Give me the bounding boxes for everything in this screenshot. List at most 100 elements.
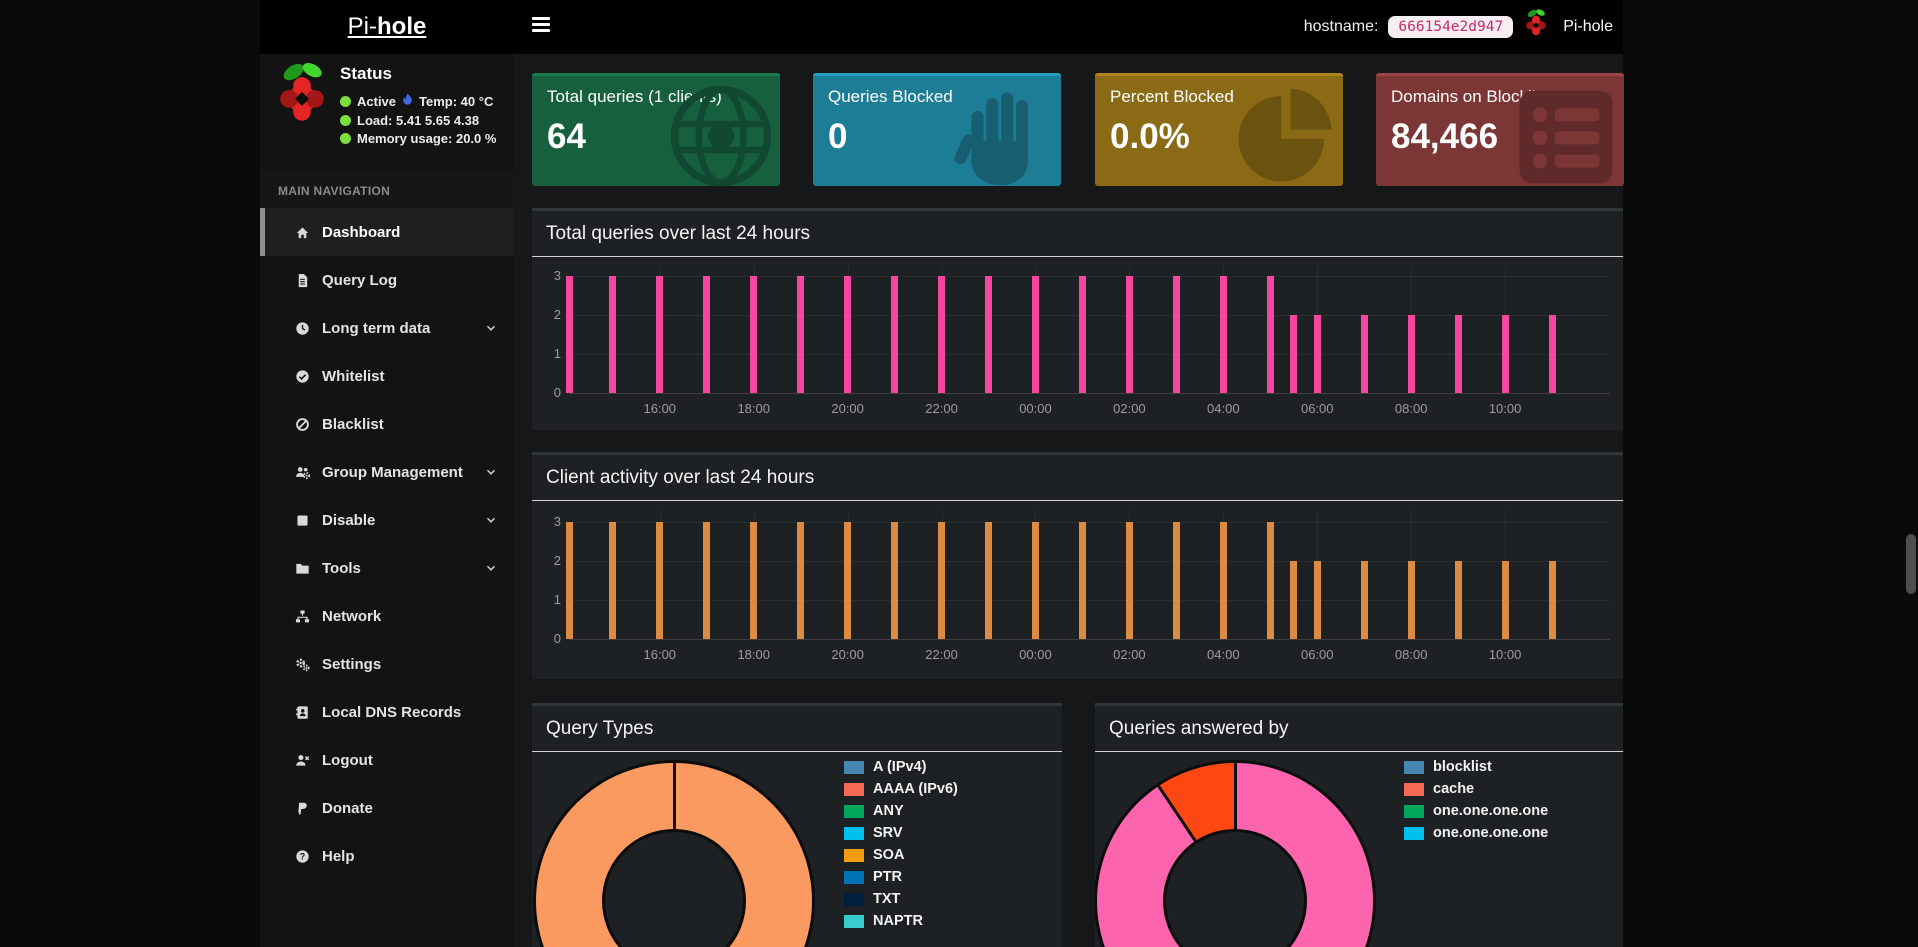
- legend-label: PTR: [873, 869, 902, 885]
- sidebar-item-local-dns-records[interactable]: Local DNS Records: [260, 688, 514, 736]
- bar[interactable]: [891, 522, 898, 639]
- brand-bold: hole: [377, 13, 426, 41]
- y-axis-tick: 0: [533, 631, 561, 646]
- sidebar-item-label: Help: [322, 848, 355, 865]
- panel-header: Query Types: [532, 706, 1062, 752]
- bar[interactable]: [1361, 315, 1368, 393]
- card-top-strip: [1095, 73, 1343, 76]
- sidebar-item-settings[interactable]: Settings: [260, 640, 514, 688]
- sidebar-item-dashboard[interactable]: Dashboard: [260, 208, 514, 256]
- panel-title: Total queries over last 24 hours: [546, 223, 810, 245]
- bar[interactable]: [1455, 315, 1462, 393]
- sidebar-toggle-icon[interactable]: [532, 17, 552, 37]
- bar[interactable]: [609, 522, 616, 639]
- legend-item: NAPTR: [844, 913, 923, 929]
- bar[interactable]: [1032, 522, 1039, 639]
- sidebar-item-help[interactable]: ?Help: [260, 832, 514, 880]
- chevron-down-icon: [484, 561, 498, 579]
- bar[interactable]: [1173, 276, 1180, 393]
- bar[interactable]: [844, 522, 851, 639]
- brand-logo[interactable]: Pi-hole: [260, 0, 514, 54]
- bar[interactable]: [566, 522, 573, 639]
- bar[interactable]: [1126, 522, 1133, 639]
- bar[interactable]: [985, 522, 992, 639]
- gridline: [569, 276, 1610, 277]
- total-queries-chart[interactable]: 012316:0018:0020:0022:0000:0002:0004:000…: [532, 257, 1623, 430]
- bar[interactable]: [1408, 315, 1415, 393]
- sidebar-item-label: Tools: [322, 560, 361, 577]
- answered-by-donut-chart[interactable]: blocklistcacheone.one.one.oneone.one.one…: [1095, 752, 1623, 947]
- card-label: Percent Blocked: [1110, 87, 1234, 107]
- bar[interactable]: [1549, 561, 1556, 639]
- legend-chip-icon: [1404, 805, 1424, 818]
- home-icon: [295, 225, 310, 240]
- bar[interactable]: [1455, 561, 1462, 639]
- status-title: Status: [340, 64, 496, 84]
- bar[interactable]: [1314, 315, 1321, 393]
- bar[interactable]: [750, 522, 757, 639]
- bar[interactable]: [1502, 561, 1509, 639]
- bar[interactable]: [844, 276, 851, 393]
- donut-chart[interactable]: [1097, 763, 1373, 947]
- bar[interactable]: [609, 276, 616, 393]
- bar[interactable]: [1267, 522, 1274, 639]
- bar[interactable]: [1173, 522, 1180, 639]
- y-axis-tick: 1: [533, 592, 561, 607]
- x-axis-tick: 18:00: [726, 647, 782, 662]
- sidebar-item-tools[interactable]: Tools: [260, 544, 514, 592]
- bar[interactable]: [1290, 315, 1297, 393]
- content-area: Total queries (1 clients)64Queries Block…: [514, 54, 1623, 947]
- sidebar-item-long-term-data[interactable]: Long term data: [260, 304, 514, 352]
- sidebar-item-group-management[interactable]: Group Management: [260, 448, 514, 496]
- bar[interactable]: [797, 522, 804, 639]
- bar[interactable]: [1079, 276, 1086, 393]
- bar[interactable]: [797, 276, 804, 393]
- panel-client-activity: Client activity over last 24 hours 01231…: [532, 452, 1623, 679]
- card-value: 0.0%: [1110, 117, 1190, 157]
- client-activity-chart[interactable]: 012316:0018:0020:0022:0000:0002:0004:000…: [532, 501, 1623, 679]
- folder-icon: [295, 561, 310, 576]
- query-types-donut-chart[interactable]: A (IPv4)AAAA (IPv6)ANYSRVSOAPTRTXTNAPTR: [532, 752, 1062, 947]
- legend-item: A (IPv4): [844, 759, 926, 775]
- sidebar-section-label: MAIN NAVIGATION: [260, 170, 514, 208]
- legend-label: cache: [1433, 781, 1474, 797]
- bar[interactable]: [566, 276, 573, 393]
- ban-icon: [295, 417, 310, 432]
- bar[interactable]: [938, 276, 945, 393]
- card-top-strip: [1376, 73, 1624, 76]
- legend-label: TXT: [873, 891, 900, 907]
- bar[interactable]: [1314, 561, 1321, 639]
- legend-chip-icon: [1404, 827, 1424, 840]
- sidebar-item-label: Whitelist: [322, 368, 385, 385]
- bar[interactable]: [1290, 561, 1297, 639]
- donut-chart[interactable]: [536, 763, 812, 947]
- sidebar-item-blacklist[interactable]: Blacklist: [260, 400, 514, 448]
- sidebar-item-donate[interactable]: Donate: [260, 784, 514, 832]
- panel-query-types: Query Types A (IPv4)AAAA (IPv6)ANYSRVSOA…: [532, 703, 1062, 947]
- bar[interactable]: [750, 276, 757, 393]
- bar[interactable]: [703, 276, 710, 393]
- sidebar-item-network[interactable]: Network: [260, 592, 514, 640]
- bar[interactable]: [1126, 276, 1133, 393]
- bar[interactable]: [1267, 276, 1274, 393]
- legend-chip-icon: [844, 893, 864, 906]
- bar[interactable]: [985, 276, 992, 393]
- bar[interactable]: [1220, 522, 1227, 639]
- sidebar-item-whitelist[interactable]: Whitelist: [260, 352, 514, 400]
- bar[interactable]: [891, 276, 898, 393]
- bar[interactable]: [656, 522, 663, 639]
- bar[interactable]: [1408, 561, 1415, 639]
- bar[interactable]: [1079, 522, 1086, 639]
- bar[interactable]: [1032, 276, 1039, 393]
- scrollbar-thumb[interactable]: [1906, 534, 1916, 594]
- bar[interactable]: [938, 522, 945, 639]
- bar[interactable]: [1549, 315, 1556, 393]
- bar[interactable]: [656, 276, 663, 393]
- bar[interactable]: [1502, 315, 1509, 393]
- sidebar-item-logout[interactable]: Logout: [260, 736, 514, 784]
- sidebar-item-query-log[interactable]: Query Log: [260, 256, 514, 304]
- bar[interactable]: [703, 522, 710, 639]
- bar[interactable]: [1361, 561, 1368, 639]
- sidebar-item-disable[interactable]: Disable: [260, 496, 514, 544]
- bar[interactable]: [1220, 276, 1227, 393]
